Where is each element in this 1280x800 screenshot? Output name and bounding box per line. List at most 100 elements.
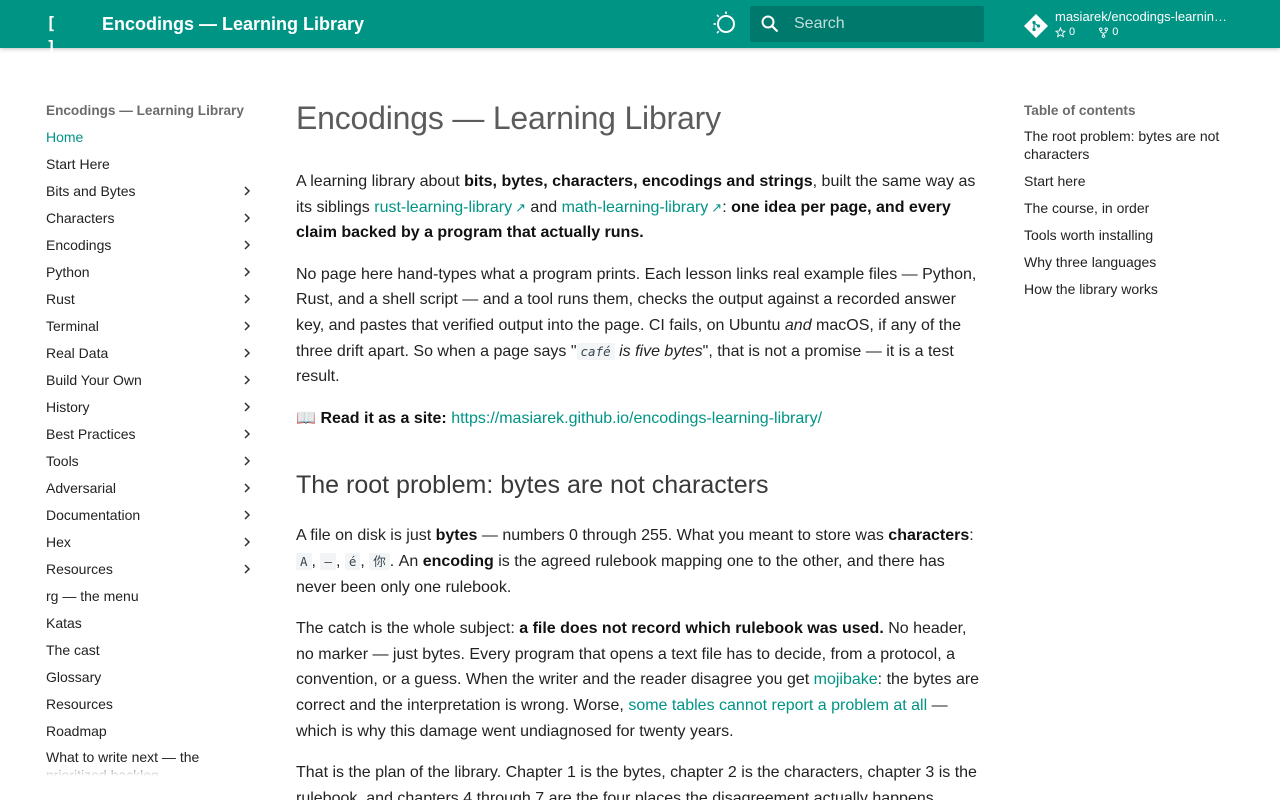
sidebar-item-characters[interactable]: Characters	[46, 208, 262, 235]
chevron-right-icon[interactable]	[242, 348, 252, 358]
sidebar-item-python[interactable]: Python	[46, 262, 262, 289]
emphasis: and	[784, 316, 812, 334]
repo-facts: 0 0	[1055, 26, 1138, 42]
sidebar-item-best-practices[interactable]: Best Practices	[46, 424, 262, 451]
sidebar-item-the-cast[interactable]: The cast	[46, 640, 262, 667]
chevron-right-icon[interactable]	[242, 510, 252, 520]
external-link-icon: ↗	[711, 199, 723, 215]
sidebar-item-resources[interactable]: Resources	[46, 694, 262, 721]
chevron-right-icon[interactable]	[242, 186, 252, 196]
site-url-link[interactable]: https://masiarek.github.io/encodings-lea…	[451, 410, 822, 427]
sidebar-item-label: Hex	[46, 534, 71, 550]
link-text: math-learning-library	[561, 198, 709, 216]
text: . An	[389, 552, 423, 570]
sidebar-item-label: Rust	[46, 291, 75, 307]
chevron-right-icon[interactable]	[242, 537, 252, 547]
text: A learning library about	[296, 173, 465, 190]
repo-name[interactable]: masiarek/encodings-learnin…	[1055, 9, 1230, 24]
text: :	[969, 527, 974, 545]
chevron-right-icon[interactable]	[242, 429, 252, 439]
repo-stars: 0	[1055, 26, 1085, 39]
sidebar-item-label: Glossary	[46, 669, 102, 685]
sidebar-item-adversarial[interactable]: Adversarial	[46, 478, 262, 505]
sidebar-item-real-data[interactable]: Real Data	[46, 343, 262, 370]
toc-item[interactable]: Tools worth installing	[1024, 226, 1234, 244]
chevron-right-icon[interactable]	[242, 375, 252, 385]
toc-item[interactable]: Why three languages	[1024, 253, 1234, 271]
primary-navigation: Encodings — Learning Library Home Start H…	[46, 100, 262, 776]
repository-link[interactable]: masiarek/encodings-learnin… 0 0	[1023, 8, 1260, 42]
fork-icon	[1099, 27, 1109, 38]
text: ,	[360, 552, 370, 570]
sidebar-item-label: Documentation	[46, 507, 141, 523]
chevron-right-icon[interactable]	[242, 321, 252, 331]
sidebar-item-label: Bits and Bytes	[46, 183, 136, 199]
chevron-right-icon[interactable]	[242, 240, 252, 250]
sidebar-item-label: Best Practices	[46, 426, 136, 442]
chevron-right-icon[interactable]	[242, 267, 252, 277]
sidebar-item-label: Home	[46, 129, 84, 145]
chevron-right-icon[interactable]	[242, 402, 252, 412]
theme-toggle-icon[interactable]	[712, 10, 740, 38]
sidebar-item-terminal[interactable]: Terminal	[46, 316, 262, 343]
sidebar-item-glossary[interactable]: Glossary	[46, 667, 262, 694]
search-input[interactable]	[794, 6, 980, 42]
rust-library-link[interactable]: rust-learning-library ↗	[374, 199, 526, 216]
inline-code: 你	[369, 552, 390, 570]
mojibake-link[interactable]: mojibake	[814, 671, 878, 688]
site-logo[interactable]: [ ]	[46, 12, 70, 58]
sidebar-item-roadmap[interactable]: Roadmap	[46, 721, 262, 748]
sidebar-item-katas[interactable]: Katas	[46, 613, 262, 640]
sidebar-item-build-your-own[interactable]: Build Your Own	[46, 370, 262, 397]
chevron-right-icon[interactable]	[242, 483, 252, 493]
bold-text: Read it as a site:	[320, 409, 447, 427]
sidebar-item-resources[interactable]: Resources	[46, 559, 262, 586]
sidebar-item-label: Adversarial	[46, 480, 117, 496]
sidebar-item-label: Tools	[46, 453, 79, 469]
site-title[interactable]: Encodings — Learning Library	[102, 12, 364, 36]
sidebar-item-rust[interactable]: Rust	[46, 289, 262, 316]
toc-item[interactable]: Start here	[1024, 172, 1234, 190]
toc-list: The root problem: bytes are not characte…	[1024, 127, 1234, 298]
nav-title: Encodings — Learning Library	[46, 103, 244, 118]
sidebar-item-rg-the-menu[interactable]: rg — the menu	[46, 586, 262, 613]
search-box[interactable]	[750, 6, 984, 42]
inline-code: —	[320, 552, 336, 570]
forks-count: 0	[1112, 26, 1119, 38]
sidebar-item-label: Start Here	[46, 156, 110, 172]
toc-title: Table of contents	[1024, 103, 1136, 118]
sidebar-item-hex[interactable]: Hex	[46, 532, 262, 559]
sidebar-item-documentation[interactable]: Documentation	[46, 505, 262, 532]
sidebar-item-label: Terminal	[46, 318, 99, 334]
main-content: Encodings — Learning Library A learning …	[296, 96, 988, 800]
sidebar-item-bits-and-bytes[interactable]: Bits and Bytes	[46, 181, 262, 208]
toc-item[interactable]: The root problem: bytes are not characte…	[1024, 127, 1234, 163]
tables-link[interactable]: some tables cannot report a problem at a…	[628, 697, 927, 714]
chevron-right-icon[interactable]	[242, 564, 252, 574]
sidebar-item-label: The cast	[46, 642, 100, 658]
chevron-right-icon[interactable]	[242, 294, 252, 304]
sidebar-item-history[interactable]: History	[46, 397, 262, 424]
sidebar-item-label: Python	[46, 264, 90, 280]
chevron-right-icon[interactable]	[242, 456, 252, 466]
sidebar-item-home[interactable]: Home	[46, 127, 262, 154]
emphasis: is five bytes	[614, 342, 703, 360]
bold-text: encoding	[422, 552, 494, 570]
star-icon	[1055, 27, 1066, 38]
sidebar-item-label: rg — the menu	[46, 588, 139, 604]
sidebar-fade	[46, 762, 262, 776]
sidebar-item-label: Resources	[46, 561, 113, 577]
sidebar-item-start-here[interactable]: Start Here	[46, 154, 262, 181]
sidebar-item-encodings[interactable]: Encodings	[46, 235, 262, 262]
sidebar-item-label: Resources	[46, 696, 113, 712]
bytes-paragraph: A file on disk is just bytes — numbers 0…	[296, 523, 988, 600]
table-of-contents: Table of contents The root problem: byte…	[1024, 100, 1234, 307]
toc-item[interactable]: The course, in order	[1024, 199, 1234, 217]
toc-item[interactable]: How the library works	[1024, 280, 1234, 298]
sidebar-item-label: Encodings	[46, 237, 112, 253]
sidebar-item-tools[interactable]: Tools	[46, 451, 262, 478]
chevron-right-icon[interactable]	[242, 213, 252, 223]
math-library-link[interactable]: math-learning-library ↗	[562, 199, 723, 216]
external-link-icon: ↗	[515, 199, 526, 215]
link-text: rust-learning-library	[374, 198, 513, 216]
